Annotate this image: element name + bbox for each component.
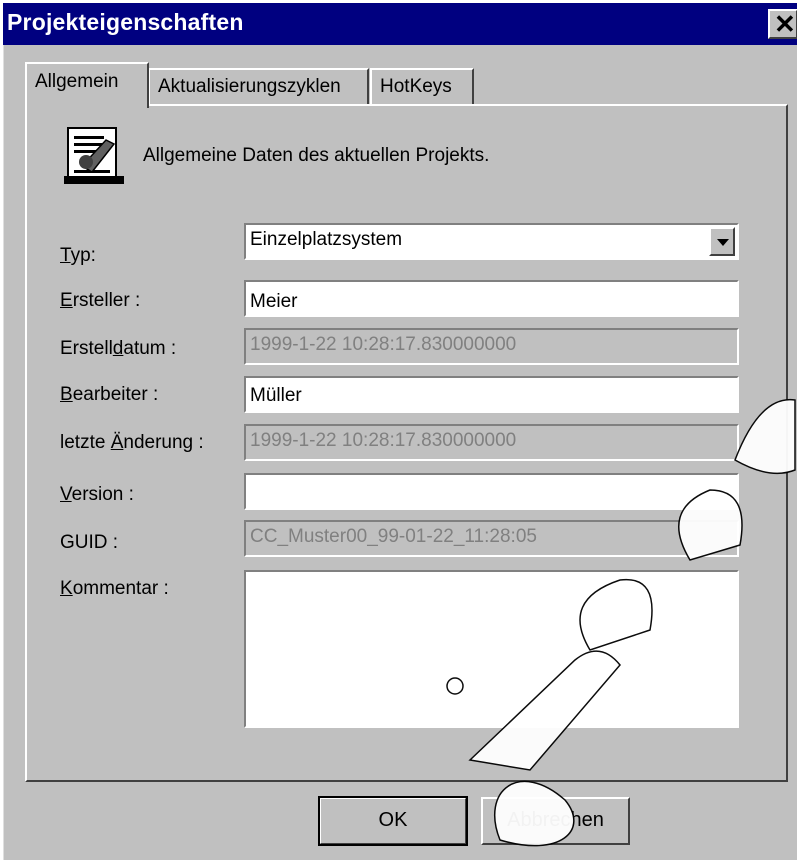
version-field[interactable] (244, 473, 739, 510)
typ-value: Einzelplatzsystem (250, 229, 403, 250)
letzte-aenderung-field: 1999-1-22 10:28:17.830000000 (244, 424, 739, 461)
chevron-down-icon[interactable] (709, 227, 735, 256)
guid-label: GUID : (60, 532, 119, 553)
bearbeiter-field[interactable]: Müller (244, 376, 739, 413)
ersteller-label: Ersteller : (60, 290, 141, 311)
typ-dropdown[interactable]: Einzelplatzsystem (244, 223, 739, 260)
tab-label: HotKeys (380, 76, 452, 97)
header-description: Allgemeine Daten des aktuellen Projekts. (143, 145, 490, 166)
guid-field: CC_Muster00_99-01-22_11:28:05 (244, 520, 739, 557)
project-properties-icon (64, 127, 124, 184)
tab-hotkeys[interactable]: HotKeys (370, 68, 474, 106)
letzte-aenderung-label: letzte Änderung : (60, 432, 204, 453)
version-label: Version : (60, 484, 134, 505)
typ-label: Typ: (60, 245, 96, 266)
close-icon: ✕ (774, 9, 796, 39)
bearbeiter-label: Bearbeiter : (60, 384, 159, 405)
cancel-button[interactable]: Abbrechen (481, 797, 630, 845)
close-button[interactable]: ✕ (768, 9, 797, 39)
tab-allgemein[interactable]: Allgemein (25, 62, 149, 108)
title-bar[interactable]: Projekteigenschaften ✕ (3, 3, 797, 45)
ersteller-value: Meier (250, 291, 298, 312)
tab-label: Allgemein (35, 71, 119, 92)
letzte-aenderung-value: 1999-1-22 10:28:17.830000000 (250, 430, 517, 451)
window-title: Projekteigenschaften (7, 9, 244, 35)
ersteller-field[interactable]: Meier (244, 280, 739, 317)
kommentar-label: Kommentar : (60, 578, 169, 599)
guid-value: CC_Muster00_99-01-22_11:28:05 (250, 526, 537, 547)
tab-aktualisierungszyklen[interactable]: Aktualisierungszyklen (148, 68, 369, 106)
kommentar-textarea[interactable] (244, 570, 739, 728)
bearbeiter-value: Müller (250, 385, 302, 406)
erstelldatum-label: Erstelldatum : (60, 338, 177, 359)
tab-label: Aktualisierungszyklen (158, 76, 341, 97)
erstelldatum-field: 1999-1-22 10:28:17.830000000 (244, 328, 739, 365)
erstelldatum-value: 1999-1-22 10:28:17.830000000 (250, 334, 517, 355)
ok-button[interactable]: OK (318, 796, 468, 846)
